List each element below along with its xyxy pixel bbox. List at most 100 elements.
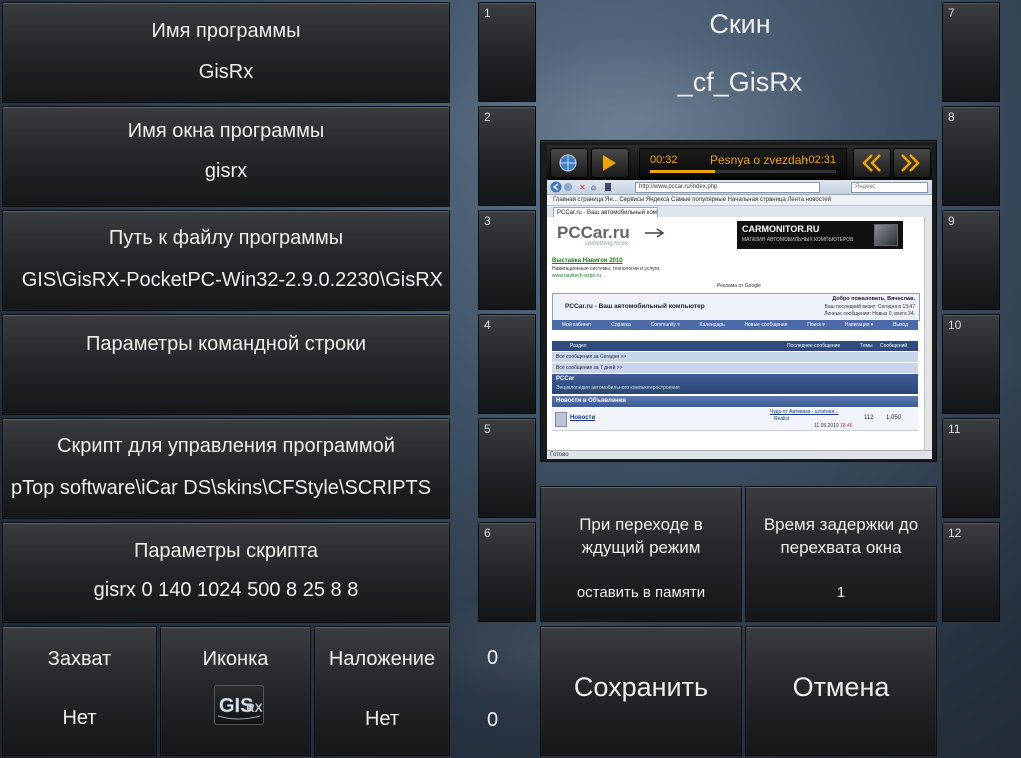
time-elapsed: 00:32: [650, 154, 678, 166]
col-topics: Темы: [860, 343, 873, 349]
browser-status: Готово: [547, 450, 932, 459]
cancel-button-label: Отмена: [792, 672, 890, 702]
skin-label: Скин: [709, 9, 771, 39]
program-name-value: GisRx: [198, 61, 254, 83]
slot-10[interactable]: 10: [942, 314, 1000, 414]
slot-number: 11: [948, 422, 961, 436]
svg-text:RX: RX: [246, 701, 263, 715]
site-logo: PCCar.ru something more: [557, 223, 667, 253]
slot-number: 1: [484, 6, 491, 20]
forum-block: PCCar Энциклопедия автомобильного компью…: [552, 374, 918, 394]
svg-text:✕: ✕: [579, 183, 586, 192]
gisrx-logo-icon: GIS RX: [214, 685, 264, 725]
cmd-params-label: Параметры командной строки: [85, 333, 367, 355]
overlay-toggle[interactable]: Наложение Нет: [314, 626, 450, 756]
slot-2[interactable]: 2: [478, 106, 536, 206]
slot-7[interactable]: 7: [942, 2, 1000, 102]
banner-screen: [874, 224, 898, 246]
slot-number: 7: [948, 6, 955, 20]
slot-6[interactable]: 6: [478, 522, 536, 622]
address-bar: http://www.pccar.ru/index.php: [635, 182, 820, 193]
cmd-params-field[interactable]: Параметры командной строки: [2, 314, 450, 415]
time-remaining: -02:31: [804, 154, 836, 166]
slot-3[interactable]: 3: [478, 210, 536, 310]
slot-12[interactable]: 12: [942, 522, 1000, 622]
news-posts: 1,050: [886, 415, 902, 421]
save-button[interactable]: Сохранить: [540, 626, 742, 756]
slot-number: 10: [948, 318, 962, 332]
window-name-field[interactable]: Имя окна программы gisrx: [2, 106, 450, 207]
fast-forward-icon: [901, 154, 920, 172]
icon-label: Иконка: [202, 648, 269, 670]
forum-folder-icon: [555, 412, 567, 427]
last-visit: Ваш последний визит: Сегодня в 13:47: [824, 304, 915, 310]
track-progress: [650, 170, 836, 173]
section-header: Новости и Объявления: [552, 396, 918, 407]
news-author: Realist: [774, 416, 790, 422]
script-params-value: gisrx 0 140 1024 500 8 25 8 8: [93, 579, 359, 601]
delay-option[interactable]: Время задержки до перехвата окна 1: [745, 486, 937, 622]
col-section: Раздел: [570, 343, 587, 349]
slot-8[interactable]: 8: [942, 106, 1000, 206]
nav-item: Мой кабинет: [561, 322, 592, 328]
delay-label: Время задержки до перехвата окна: [763, 515, 919, 557]
track-title: Pesnya o zvezdah: [710, 153, 809, 167]
site-slogan: something more: [585, 241, 629, 247]
section-title: Новости и Объявления: [556, 398, 626, 404]
capture-value: Нет: [62, 707, 97, 729]
col-last-post: Последнее сообщение: [787, 343, 841, 349]
slot-9[interactable]: 9: [942, 210, 1000, 310]
news-row: Новости Чудо от Автоваза - штатная... Re…: [552, 408, 918, 431]
control-script-field[interactable]: Скрипт для управления программой pTop so…: [2, 418, 450, 519]
news-date: 11.05.2010: [814, 423, 839, 429]
program-path-value: GIS\GisRX-PocketPC-Win32-2.9.0.2230\GisR…: [21, 269, 443, 291]
standby-label: При переходе в ждущий режим: [579, 515, 703, 557]
forum-table-head: Раздел Последнее сообщение Темы Сообщени…: [552, 341, 918, 351]
control-script-value: pTop software\iCar DS\skins\CFStyle\SCRI…: [11, 477, 432, 499]
track-display: 00:32 Pesnya o zvezdah -02:31: [639, 148, 847, 178]
overlay-value: Нет: [364, 708, 400, 730]
program-path-field[interactable]: Путь к файлу программы GIS\GisRX-PocketP…: [2, 210, 450, 311]
row-week: Все сообщения за 7 дней >>: [552, 363, 918, 373]
slot-11[interactable]: 11: [942, 418, 1000, 518]
slot-number: 9: [948, 214, 955, 228]
preview-screen: 00:32 Pesnya o zvezdah -02:31 ✕ ⌂ http://…: [547, 145, 932, 459]
counter-top: 0: [487, 647, 499, 669]
skin-preview[interactable]: 00:32 Pesnya o zvezdah -02:31 ✕ ⌂ http://…: [540, 140, 937, 462]
capture-toggle[interactable]: Захват Нет: [2, 626, 157, 756]
track-progress-fill: [650, 170, 716, 173]
icon-selector[interactable]: Иконка GIS RX: [160, 626, 311, 756]
play-button: [591, 148, 629, 178]
banner-subtitle: МАГАЗИН АВТОМОБИЛЬНЫХ КОМПЬЮТЕРОВ: [742, 237, 854, 243]
skin-value[interactable]: _cf_GisRx: [540, 67, 940, 98]
favorites-bar: Главная страница Ян... Сервисы Яндекса С…: [547, 195, 932, 206]
script-params-field[interactable]: Параметры скрипта gisrx 0 140 1024 500 8…: [2, 522, 450, 623]
browser-window: ✕ ⌂ http://www.pccar.ru/index.php Яндекс …: [547, 180, 932, 459]
slot-5[interactable]: 5: [478, 418, 536, 518]
slot-1[interactable]: 1: [478, 2, 536, 102]
previous-button: [853, 148, 891, 178]
slot-number: 4: [484, 318, 491, 332]
capture-label: Захват: [47, 648, 112, 670]
slot-number: 3: [484, 214, 491, 228]
slot-number: 2: [484, 110, 491, 124]
nav-item: Справка: [611, 322, 631, 328]
player-bar: 00:32 Pesnya o zvezdah -02:31: [547, 145, 932, 179]
browser-toolbar: ✕ ⌂ http://www.pccar.ru/index.php Яндекс: [547, 180, 932, 195]
standby-option[interactable]: При переходе в ждущий режим оставить в п…: [540, 486, 742, 622]
globe-icon: [559, 154, 577, 172]
nav-item: Поиск ▾: [807, 322, 825, 328]
window-name-value: gisrx: [204, 160, 248, 182]
program-name-field[interactable]: Имя программы GisRx: [2, 2, 450, 103]
page-title: PCCar.ru - Ваш автомобильный компьютер: [565, 303, 705, 310]
welcome-text: Добро пожаловать, Вячеслав.: [832, 296, 915, 302]
cancel-button[interactable]: Отмена: [745, 626, 937, 756]
col-posts: Сообщений: [880, 343, 908, 349]
counter-bottom: 0: [487, 709, 499, 731]
control-script-label: Скрипт для управления программой: [57, 435, 395, 457]
rewind-icon: [862, 154, 881, 172]
svg-text:⌂: ⌂: [591, 183, 596, 192]
private-messages: Личные сообщения: Новых 0, всего 34.: [824, 311, 915, 317]
slot-4[interactable]: 4: [478, 314, 536, 414]
program-path-label: Путь к файлу программы: [108, 227, 344, 249]
